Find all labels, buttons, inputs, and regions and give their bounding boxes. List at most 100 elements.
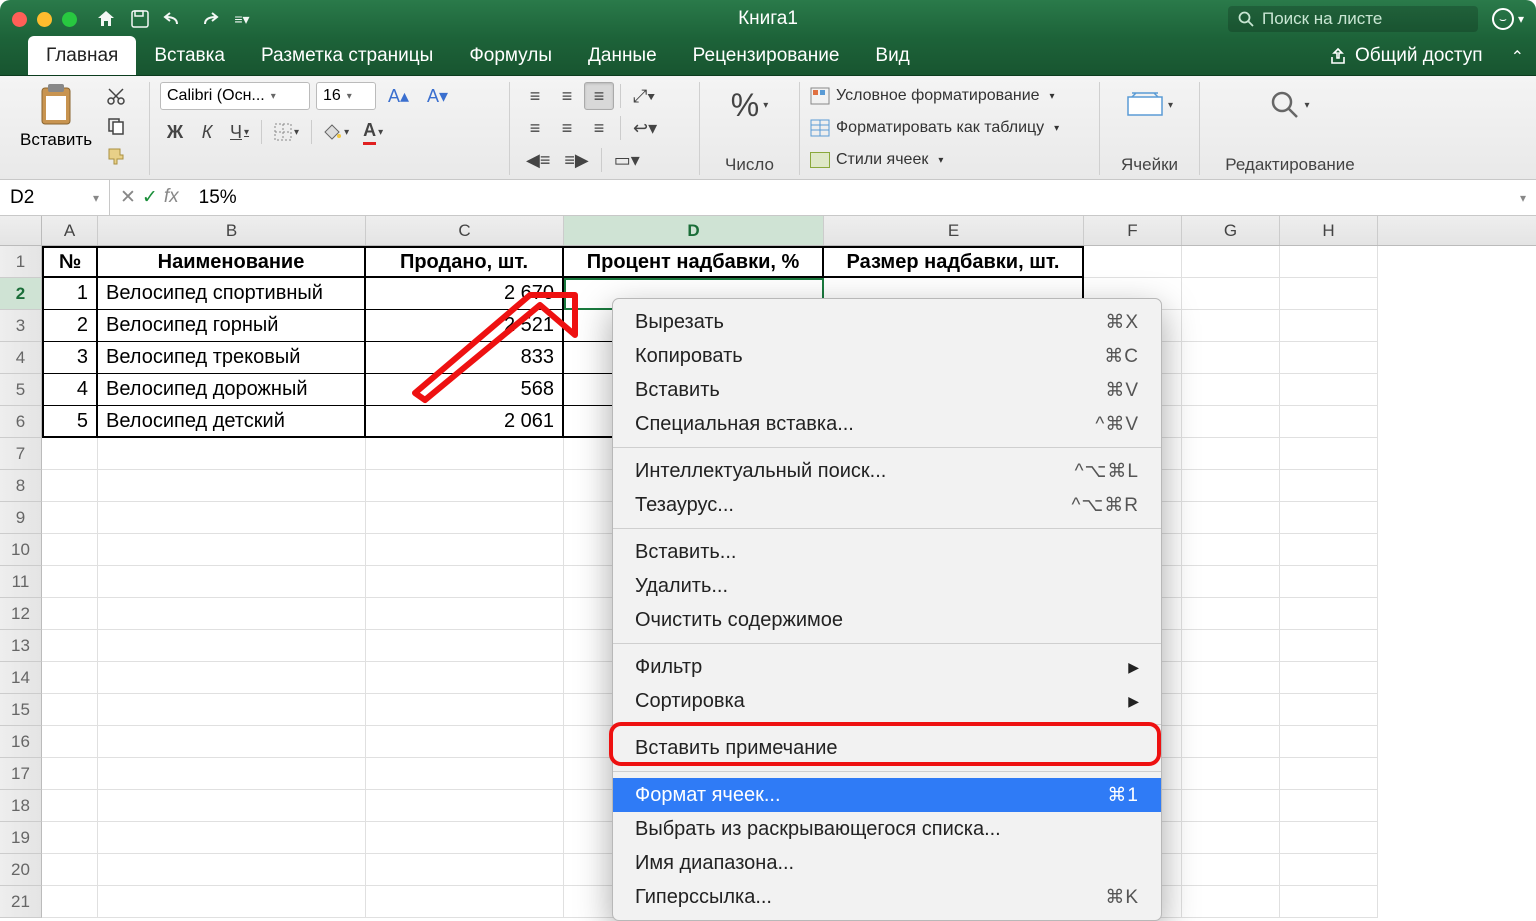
cell[interactable] — [1182, 790, 1280, 822]
cancel-icon[interactable]: ✕ — [120, 186, 136, 209]
underline-button[interactable]: Ч▾ — [224, 118, 255, 146]
font-name-dropdown[interactable]: Calibri (Осн...▾ — [160, 82, 310, 110]
tab-home[interactable]: Главная — [28, 36, 136, 75]
number-format-button[interactable]: %▾ — [725, 82, 774, 128]
row-header[interactable]: 7 — [0, 438, 42, 470]
row-header[interactable]: 19 — [0, 822, 42, 854]
tab-review[interactable]: Рецензирование — [675, 36, 858, 75]
cell[interactable] — [366, 438, 564, 470]
cell[interactable]: 1 — [42, 278, 98, 310]
cell[interactable] — [366, 566, 564, 598]
cell[interactable] — [1182, 502, 1280, 534]
cell[interactable] — [42, 758, 98, 790]
cell[interactable] — [1182, 566, 1280, 598]
cells-button[interactable]: ▾ — [1120, 82, 1179, 128]
cell[interactable] — [42, 502, 98, 534]
merge-button[interactable]: ▭▾ — [608, 146, 646, 174]
cell[interactable] — [98, 758, 366, 790]
cell[interactable] — [366, 854, 564, 886]
cell[interactable]: 5 — [42, 406, 98, 438]
font-color-button[interactable]: А▾ — [357, 118, 389, 146]
cell[interactable] — [366, 630, 564, 662]
row-header[interactable]: 10 — [0, 534, 42, 566]
cell[interactable]: 3 — [42, 342, 98, 374]
menu-insert[interactable]: Вставить... — [613, 535, 1161, 569]
cell[interactable] — [366, 694, 564, 726]
cell[interactable] — [42, 854, 98, 886]
cell[interactable] — [366, 886, 564, 918]
col-header-G[interactable]: G — [1182, 216, 1280, 245]
cell[interactable] — [366, 726, 564, 758]
cell[interactable] — [366, 598, 564, 630]
cell[interactable]: № — [42, 246, 98, 278]
cell[interactable] — [98, 662, 366, 694]
cell[interactable]: Продано, шт. — [366, 246, 564, 278]
cell[interactable]: Велосипед горный — [98, 310, 366, 342]
share-button[interactable]: Общий доступ — [1313, 37, 1499, 75]
cell[interactable] — [1280, 854, 1378, 886]
col-header-E[interactable]: E — [824, 216, 1084, 245]
row-header[interactable]: 15 — [0, 694, 42, 726]
name-box[interactable]: D2▾ — [0, 180, 110, 215]
bold-button[interactable]: Ж — [160, 118, 190, 146]
cell[interactable] — [1280, 822, 1378, 854]
expand-formula-icon[interactable]: ▾ — [1510, 191, 1536, 205]
col-header-B[interactable]: B — [98, 216, 366, 245]
align-bottom-button[interactable]: ≡ — [584, 82, 614, 110]
cell[interactable] — [1182, 854, 1280, 886]
menu-format-cells[interactable]: Формат ячеек...⌘1 — [613, 778, 1161, 812]
cut-button[interactable] — [100, 82, 132, 110]
row-header[interactable]: 9 — [0, 502, 42, 534]
col-header-A[interactable]: A — [42, 216, 98, 245]
cell[interactable] — [42, 470, 98, 502]
orientation-button[interactable]: ⤢▾ — [627, 82, 661, 110]
row-header[interactable]: 11 — [0, 566, 42, 598]
fx-icon[interactable]: fx — [164, 186, 179, 209]
cell[interactable] — [98, 470, 366, 502]
enter-icon[interactable]: ✓ — [142, 186, 158, 209]
row-header[interactable]: 8 — [0, 470, 42, 502]
align-left-button[interactable]: ≡ — [520, 114, 550, 142]
cell[interactable] — [1280, 758, 1378, 790]
cell[interactable] — [98, 438, 366, 470]
cell[interactable] — [1280, 310, 1378, 342]
cell[interactable] — [1182, 406, 1280, 438]
undo-icon[interactable] — [163, 8, 185, 30]
collapse-ribbon-icon[interactable]: ⌃ — [1499, 39, 1536, 75]
tab-formulas[interactable]: Формулы — [451, 36, 570, 75]
cell[interactable] — [1280, 278, 1378, 310]
cell[interactable] — [366, 534, 564, 566]
row-header[interactable]: 1 — [0, 246, 42, 278]
col-header-D[interactable]: D — [564, 216, 824, 245]
row-header[interactable]: 18 — [0, 790, 42, 822]
cell[interactable] — [42, 886, 98, 918]
italic-button[interactable]: К — [192, 118, 222, 146]
cell[interactable] — [42, 566, 98, 598]
row-header[interactable]: 14 — [0, 662, 42, 694]
select-all-corner[interactable] — [0, 216, 42, 245]
row-header[interactable]: 16 — [0, 726, 42, 758]
cell[interactable] — [42, 630, 98, 662]
cell[interactable] — [1182, 598, 1280, 630]
zoom-window-button[interactable] — [62, 12, 77, 27]
row-header[interactable]: 5 — [0, 374, 42, 406]
cell[interactable]: Велосипед спортивный — [98, 278, 366, 310]
cell[interactable] — [1182, 822, 1280, 854]
cell[interactable] — [1280, 374, 1378, 406]
cell[interactable] — [98, 566, 366, 598]
cell[interactable] — [1182, 374, 1280, 406]
fill-color-button[interactable]: ▾ — [318, 118, 355, 146]
cell[interactable]: Велосипед дорожный — [98, 374, 366, 406]
cell[interactable] — [1280, 598, 1378, 630]
cell[interactable] — [98, 790, 366, 822]
cell[interactable]: Процент надбавки, % — [564, 246, 824, 278]
cell[interactable] — [98, 502, 366, 534]
cell[interactable] — [366, 662, 564, 694]
row-header[interactable]: 4 — [0, 342, 42, 374]
tab-page-layout[interactable]: Разметка страницы — [243, 36, 451, 75]
cell[interactable] — [98, 630, 366, 662]
home-icon[interactable] — [95, 8, 117, 30]
sheet-search[interactable]: Поиск на листе — [1228, 6, 1478, 32]
cell[interactable] — [1280, 790, 1378, 822]
align-right-button[interactable]: ≡ — [584, 114, 614, 142]
